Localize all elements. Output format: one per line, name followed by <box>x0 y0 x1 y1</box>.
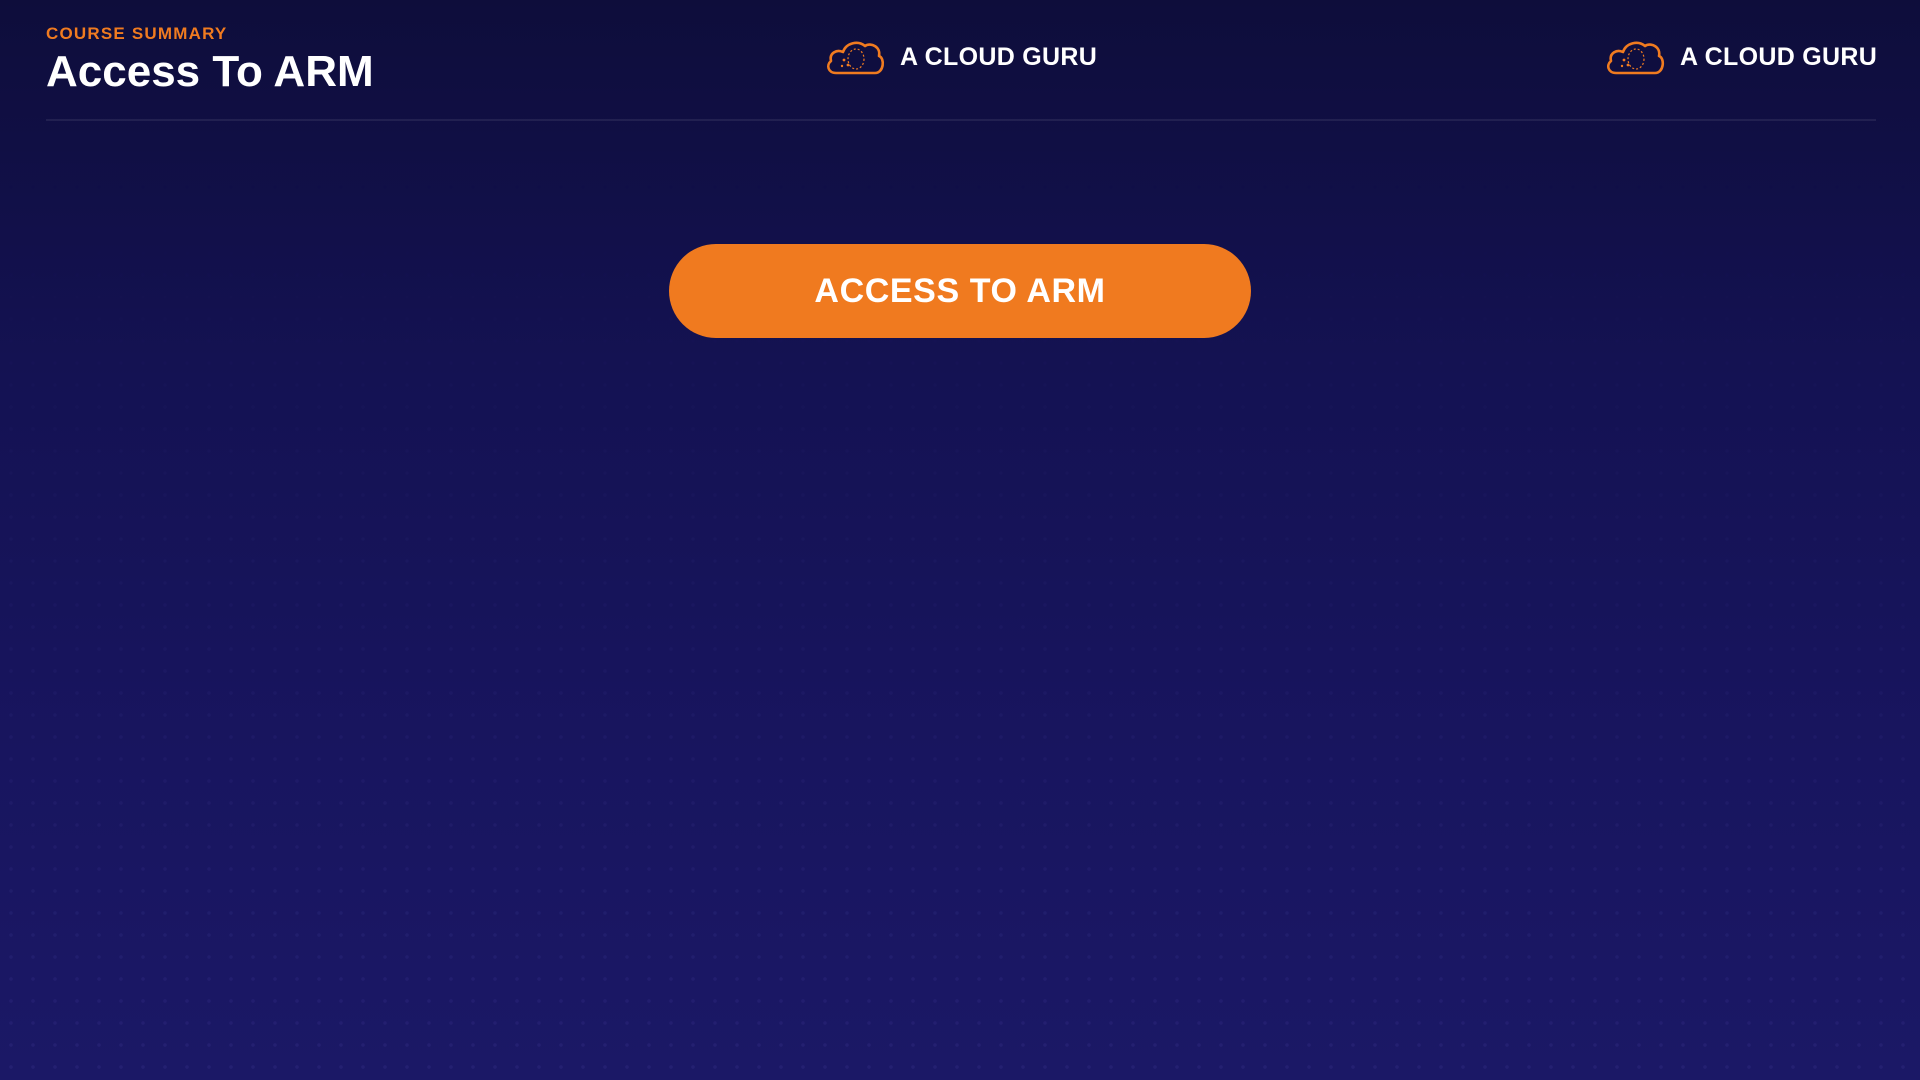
access-to-arm-button[interactable]: ACCESS TO ARM <box>669 244 1251 338</box>
section-eyebrow: COURSE SUMMARY <box>46 24 228 43</box>
brand-logo-center: A CLOUD GURU <box>824 38 1097 76</box>
header-divider <box>46 119 1876 121</box>
brand-logo-right: A CLOUD GURU <box>1604 38 1877 76</box>
page-title: Access To ARM <box>46 47 374 96</box>
cloud-icon <box>824 38 886 76</box>
brand-name: A CLOUD GURU <box>900 42 1098 71</box>
cloud-icon <box>1604 38 1666 76</box>
brand-name: A CLOUD GURU <box>1680 42 1878 71</box>
background-pattern <box>0 0 1920 1080</box>
slide-header: COURSE SUMMARY Access To ARM <box>46 24 374 98</box>
